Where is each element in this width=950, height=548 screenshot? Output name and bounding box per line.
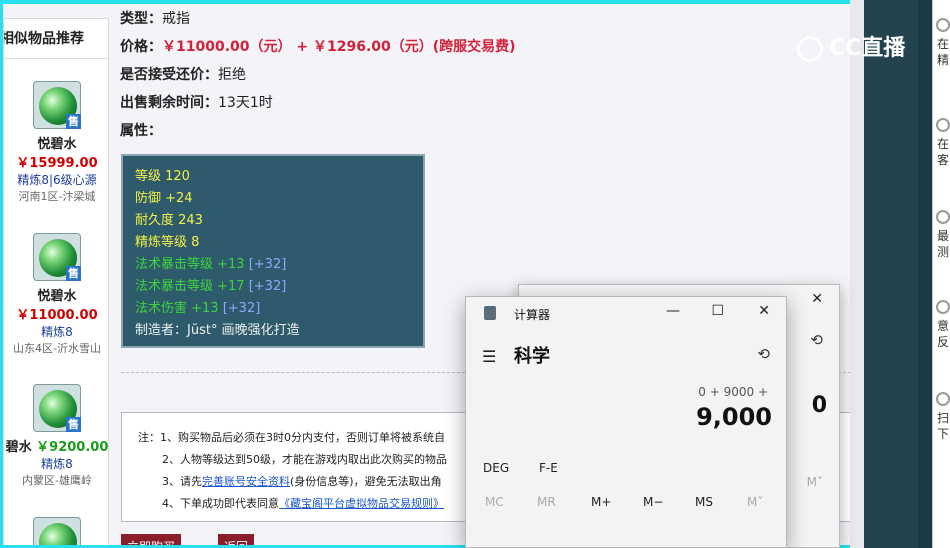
feedback-icon (936, 300, 950, 314)
mr-button[interactable]: MR (537, 495, 556, 509)
item-attr: 精炼8|6级心源 (17, 173, 97, 187)
sale-tag: 售 (66, 114, 81, 129)
item-thumbnail[interactable] (33, 517, 81, 548)
sidebar-title: 相似物品推荐 (4, 19, 108, 59)
item-attr: 精炼8 (41, 325, 73, 339)
item-thumbnail[interactable]: 售 (33, 384, 81, 432)
remaining-value: 13天1时 (218, 95, 273, 111)
similar-item[interactable]: 售 碧水 ￥9200.00 精炼8 内蒙区-雄鹰岭 (4, 384, 110, 488)
history-icon[interactable]: ⟲ (757, 345, 770, 363)
maximize-icon[interactable]: ☐ (711, 303, 724, 319)
side-toolbar: 在精 在客 最测 意反 扫下 (932, 0, 950, 548)
item-price: ￥15999.00 (16, 156, 98, 171)
item-stats-box: 等级 120 防御 +24 耐久度 243 精炼等级 8 法术暴击等级 +13 … (121, 154, 425, 348)
stat-maker: 制造者：Jŭst° 画晚强化打造 (135, 323, 300, 338)
item-attr: 精炼8 (41, 457, 73, 471)
cc-live-logo: CC直播 (797, 30, 905, 62)
price-row: 价格：￥11000.00（元） + ￥1296.00（元）(跨服交易费) (120, 36, 516, 56)
memory-dropdown[interactable]: M˅ (747, 495, 763, 509)
type-value: 戒指 (162, 11, 190, 27)
sale-tag: 售 (66, 266, 81, 281)
similar-item[interactable]: 售 悦碧水 ￥15999.00 精炼8|6级心源 河南1区-汴梁城 (4, 81, 110, 204)
offer-row: 是否接受还价：拒绝 (120, 64, 246, 84)
item-name: 碧水 (5, 440, 32, 455)
stream-panel-scrollbar[interactable] (918, 0, 932, 548)
similar-item[interactable] (4, 517, 110, 548)
cc-logo-icon (797, 36, 823, 62)
calculator-app-icon (484, 306, 496, 320)
item-server: 河南1区-汴梁城 (18, 190, 96, 203)
remaining-label: 出售剩余时间： (120, 95, 218, 111)
mplus-button[interactable]: M+ (591, 495, 611, 509)
minimize-icon[interactable]: — (666, 303, 680, 319)
sale-tag: 售 (66, 417, 81, 432)
side-tool-4[interactable]: 意反 (935, 300, 950, 350)
history-icon[interactable]: ⟲ (810, 331, 823, 349)
ms-button[interactable]: MS (695, 495, 713, 509)
item-name-price[interactable]: 碧水 ￥9200.00 (4, 436, 110, 455)
item-price: ￥9200.00 (36, 440, 109, 455)
stat-crit-2: 法术暴击等级 +17 [+32] (135, 279, 287, 294)
side-tool-3[interactable]: 最测 (935, 210, 950, 260)
menu-icon[interactable]: ☰ (482, 347, 496, 366)
side-tool-1[interactable]: 在精 (935, 18, 950, 68)
mminus-button[interactable]: M− (643, 495, 663, 509)
remaining-row: 出售剩余时间：13天1时 (120, 92, 273, 112)
mc-button[interactable]: MC (485, 495, 504, 509)
calculator-window: 计算器 — ☐ ✕ ☰ 科学 ⟲ 0 + 9000 + 9,000 DEG F-… (465, 296, 787, 548)
price-value: ￥11000.00（元） + ￥1296.00（元）(跨服交易费) (162, 39, 516, 55)
stat-defense: 防御 +24 (135, 191, 193, 206)
stat-level: 等级 120 (135, 169, 190, 184)
headset-icon (936, 118, 950, 132)
stat-spell-damage: 法术伤害 +13 [+32] (135, 301, 261, 316)
trade-rules-link[interactable]: 《藏宝阁平台虚拟物品交易规则》 (279, 497, 444, 510)
item-server: 内蒙区-雄鹰岭 (22, 474, 92, 487)
deg-button[interactable]: DEG (483, 461, 509, 475)
type-label: 类型： (120, 11, 162, 27)
item-thumbnail[interactable]: 售 (33, 233, 81, 281)
stat-crit-1: 法术暴击等级 +13 [+32] (135, 257, 287, 272)
price-label: 价格： (120, 39, 162, 55)
smile-icon (936, 18, 950, 32)
calculator-title: 计算器 (514, 308, 551, 322)
page-scrollbar[interactable] (850, 0, 864, 548)
calc-back-result: 0 (811, 393, 827, 418)
offer-value: 拒绝 (218, 67, 246, 83)
item-name[interactable]: 悦碧水 (4, 133, 110, 152)
security-info-link[interactable]: 完善账号安全资料 (202, 475, 290, 488)
item-server: 山东4区-沂水雪山 (13, 342, 101, 355)
similar-items-sidebar: 相似物品推荐 售 悦碧水 ￥15999.00 精炼8|6级心源 河南1区-汴梁城… (3, 18, 109, 548)
fe-button[interactable]: F-E (539, 461, 558, 475)
item-name[interactable]: 悦碧水 (4, 285, 110, 304)
memory-dropdown[interactable]: M˅ (807, 475, 823, 489)
attrs-label: 属性： (120, 123, 162, 139)
scan-icon (936, 392, 950, 406)
calculator-result: 9,000 (696, 403, 772, 431)
close-icon[interactable]: ✕ (758, 303, 770, 319)
item-price: ￥11000.00 (16, 308, 98, 323)
item-thumbnail[interactable]: 售 (33, 81, 81, 129)
calculator-expression: 0 + 9000 + (698, 385, 768, 399)
side-tool-5[interactable]: 扫下 (935, 392, 950, 442)
close-icon[interactable]: ✕ (811, 291, 823, 307)
type-row: 类型：戒指 (120, 8, 190, 28)
side-tool-2[interactable]: 在客 (935, 118, 950, 168)
stat-durability: 耐久度 243 (135, 213, 203, 228)
offer-label: 是否接受还价： (120, 67, 218, 83)
clock-icon (936, 210, 950, 224)
similar-item[interactable]: 售 悦碧水 ￥11000.00 精炼8 山东4区-沂水雪山 (4, 233, 110, 356)
stat-refine: 精炼等级 8 (135, 235, 200, 250)
calculator-mode: 科学 (514, 346, 550, 367)
